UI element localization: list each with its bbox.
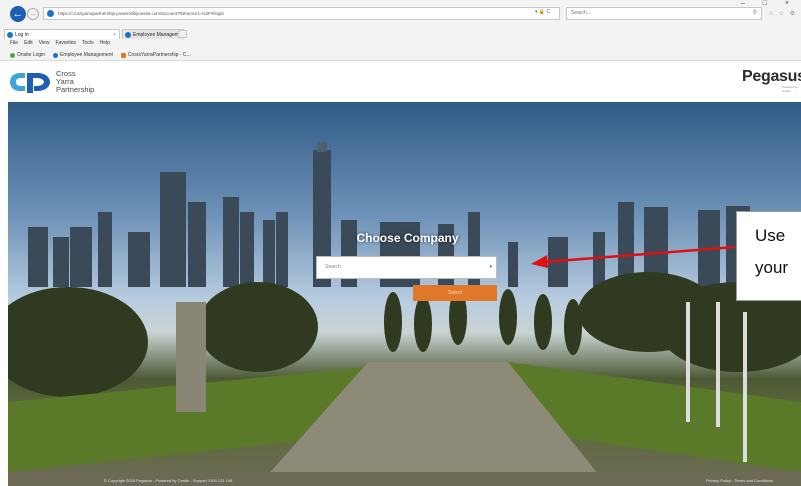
annotation-text-line-2: your: [755, 258, 789, 277]
annotation-callout: [736, 211, 801, 301]
annotation-arrow-icon: [531, 245, 736, 268]
annotation-text-line-1: Use: [755, 226, 786, 245]
